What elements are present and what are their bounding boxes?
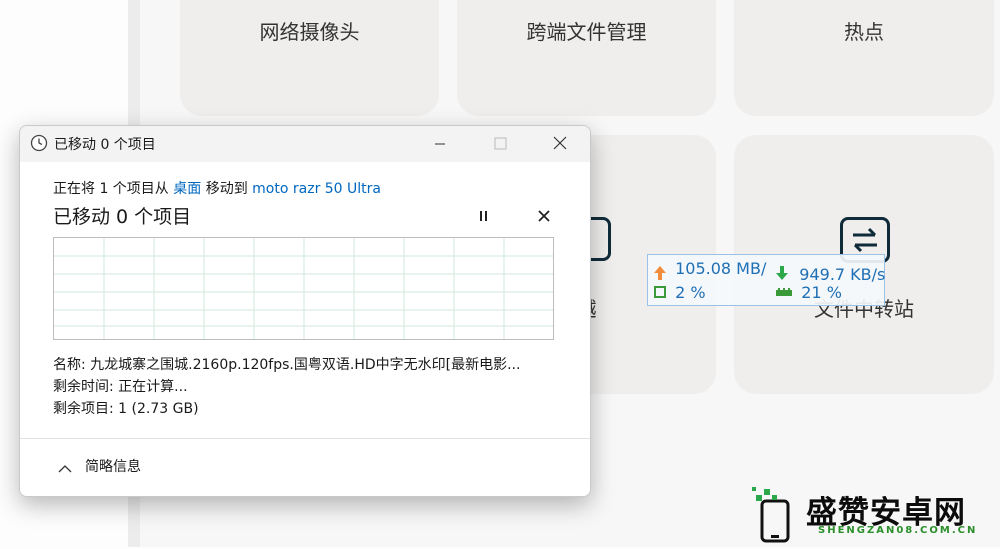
cancel-operation-button[interactable] bbox=[534, 206, 554, 226]
nm-row-speed: 105.08 MB/ 949.7 KB/s bbox=[654, 258, 885, 284]
move-progress-dialog: 已移动 0 个项目 正在将 1 个项目从 桌面 移动到 moto razr 50… bbox=[19, 125, 591, 497]
cpu-icon bbox=[654, 282, 670, 304]
tile-file-manager-label: 跨端文件管理 bbox=[526, 20, 647, 44]
speed-graph-grid bbox=[54, 238, 553, 339]
nm-row-usage: 2 % 21 % bbox=[654, 282, 842, 304]
pause-button[interactable] bbox=[474, 206, 494, 226]
status-heading: 已移动 0 个项目 bbox=[53, 206, 192, 228]
name-label: 名称: bbox=[53, 357, 86, 373]
dialog-content: 正在将 1 个项目从 桌面 移动到 moto razr 50 Ultra 已移动… bbox=[20, 162, 590, 496]
items-label: 剩余项目: bbox=[53, 401, 114, 417]
tile-file-manager[interactable]: 跨端文件管理 bbox=[457, 0, 716, 116]
watermark-domain: SHENGZAN08.COM.CN bbox=[818, 525, 978, 536]
time-label: 剩余时间: bbox=[53, 379, 114, 395]
items-value: 1 (2.73 GB) bbox=[118, 401, 199, 417]
close-window-button[interactable] bbox=[537, 126, 583, 162]
minimize-button[interactable] bbox=[417, 126, 463, 162]
memory-icon bbox=[776, 282, 796, 304]
cpu-usage: 2 % bbox=[675, 283, 706, 302]
chevron-up-icon[interactable] bbox=[58, 459, 72, 473]
less-details-toggle[interactable]: 简略信息 bbox=[85, 456, 141, 476]
name-value: 九龙城寨之围城.2160p.120fps.国粤双语.HD中字无水印[最新电影..… bbox=[90, 357, 521, 373]
tile-hotspot[interactable]: 热点 bbox=[734, 0, 994, 116]
detail-time: 剩余时间: 正在计算... bbox=[53, 376, 188, 396]
move-description: 正在将 1 个项目从 桌面 移动到 moto razr 50 Ultra bbox=[53, 178, 381, 198]
move-prefix: 正在将 1 个项目从 bbox=[53, 181, 174, 197]
source-link[interactable]: 桌面 bbox=[173, 181, 201, 197]
clock-icon bbox=[30, 134, 48, 152]
destination-link[interactable]: moto razr 50 Ultra bbox=[252, 181, 381, 197]
phone-logo-icon bbox=[752, 487, 790, 543]
upload-speed: 105.08 MB/ bbox=[675, 259, 767, 278]
tile-webcam[interactable]: 网络摄像头 bbox=[180, 0, 439, 116]
dialog-title: 已移动 0 个项目 bbox=[54, 137, 156, 153]
site-watermark: 盛赞安卓网 SHENGZAN08.COM.CN bbox=[752, 487, 997, 545]
move-middle: 移动到 bbox=[201, 181, 253, 197]
dialog-footer: 简略信息 bbox=[20, 439, 590, 496]
network-monitor-widget[interactable]: 105.08 MB/ 949.7 KB/s 2 % 21 % bbox=[647, 254, 885, 306]
tile-webcam-label: 网络摄像头 bbox=[259, 20, 360, 44]
dialog-titlebar[interactable]: 已移动 0 个项目 bbox=[20, 126, 590, 162]
detail-name: 名称: 九龙城寨之围城.2160p.120fps.国粤双语.HD中字无水印[最新… bbox=[53, 354, 520, 374]
maximize-button[interactable] bbox=[477, 126, 523, 162]
speed-graph bbox=[53, 237, 554, 340]
memory-usage: 21 % bbox=[801, 283, 842, 302]
detail-items: 剩余项目: 1 (2.73 GB) bbox=[53, 398, 199, 418]
tile-hotspot-label: 热点 bbox=[844, 20, 884, 44]
time-value: 正在计算... bbox=[118, 379, 188, 395]
